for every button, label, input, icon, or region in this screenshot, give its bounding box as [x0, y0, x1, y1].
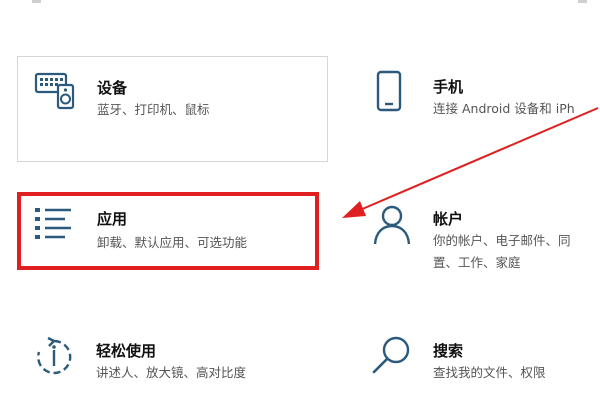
tile-title: 帐户 [433, 210, 464, 228]
settings-tile-phone[interactable]: 手机 连接 Android 设备和 iPh [330, 56, 600, 162]
tile-description: 连接 Android 设备和 iPh [433, 101, 575, 116]
phone-icon [376, 70, 402, 112]
settings-tile-ease-of-access[interactable]: 轻松使用 讲述人、放大镜、高对比度 [17, 320, 328, 400]
person-icon [373, 205, 411, 245]
keyboard-speaker-icon [34, 72, 75, 110]
ease-of-access-icon [37, 336, 72, 375]
tile-description: 蓝牙、打印机、鼠标 [97, 102, 210, 117]
settings-tile-apps[interactable]: 应用 卸载、默认应用、可选功能 [17, 192, 319, 270]
tile-description: 卸载、默认应用、可选功能 [97, 235, 248, 250]
tile-title: 应用 [97, 210, 128, 228]
cropped-text-fragment [578, 0, 587, 3]
tile-description: 讲述人、放大镜、高对比度 [96, 365, 247, 380]
tile-title: 搜索 [433, 342, 464, 360]
settings-tile-accounts[interactable]: 帐户 你的帐户、电子邮件、同 置、工作、家庭 [330, 192, 600, 282]
settings-tile-devices[interactable]: 设备 蓝牙、打印机、鼠标 [17, 56, 328, 162]
tile-description: 查找我的文件、权限 [433, 365, 546, 380]
previous-row-edge [0, 0, 600, 6]
apps-list-icon [35, 208, 71, 239]
settings-tile-search[interactable]: 搜索 查找我的文件、权限 [330, 320, 600, 400]
search-icon [372, 336, 410, 374]
tile-description-line2: 置、工作、家庭 [433, 255, 521, 270]
tile-title: 设备 [97, 79, 128, 97]
tile-title: 轻松使用 [96, 342, 157, 360]
cropped-text-fragment [32, 0, 41, 3]
tile-title: 手机 [433, 78, 464, 96]
tile-description-line1: 你的帐户、电子邮件、同 [433, 233, 571, 248]
